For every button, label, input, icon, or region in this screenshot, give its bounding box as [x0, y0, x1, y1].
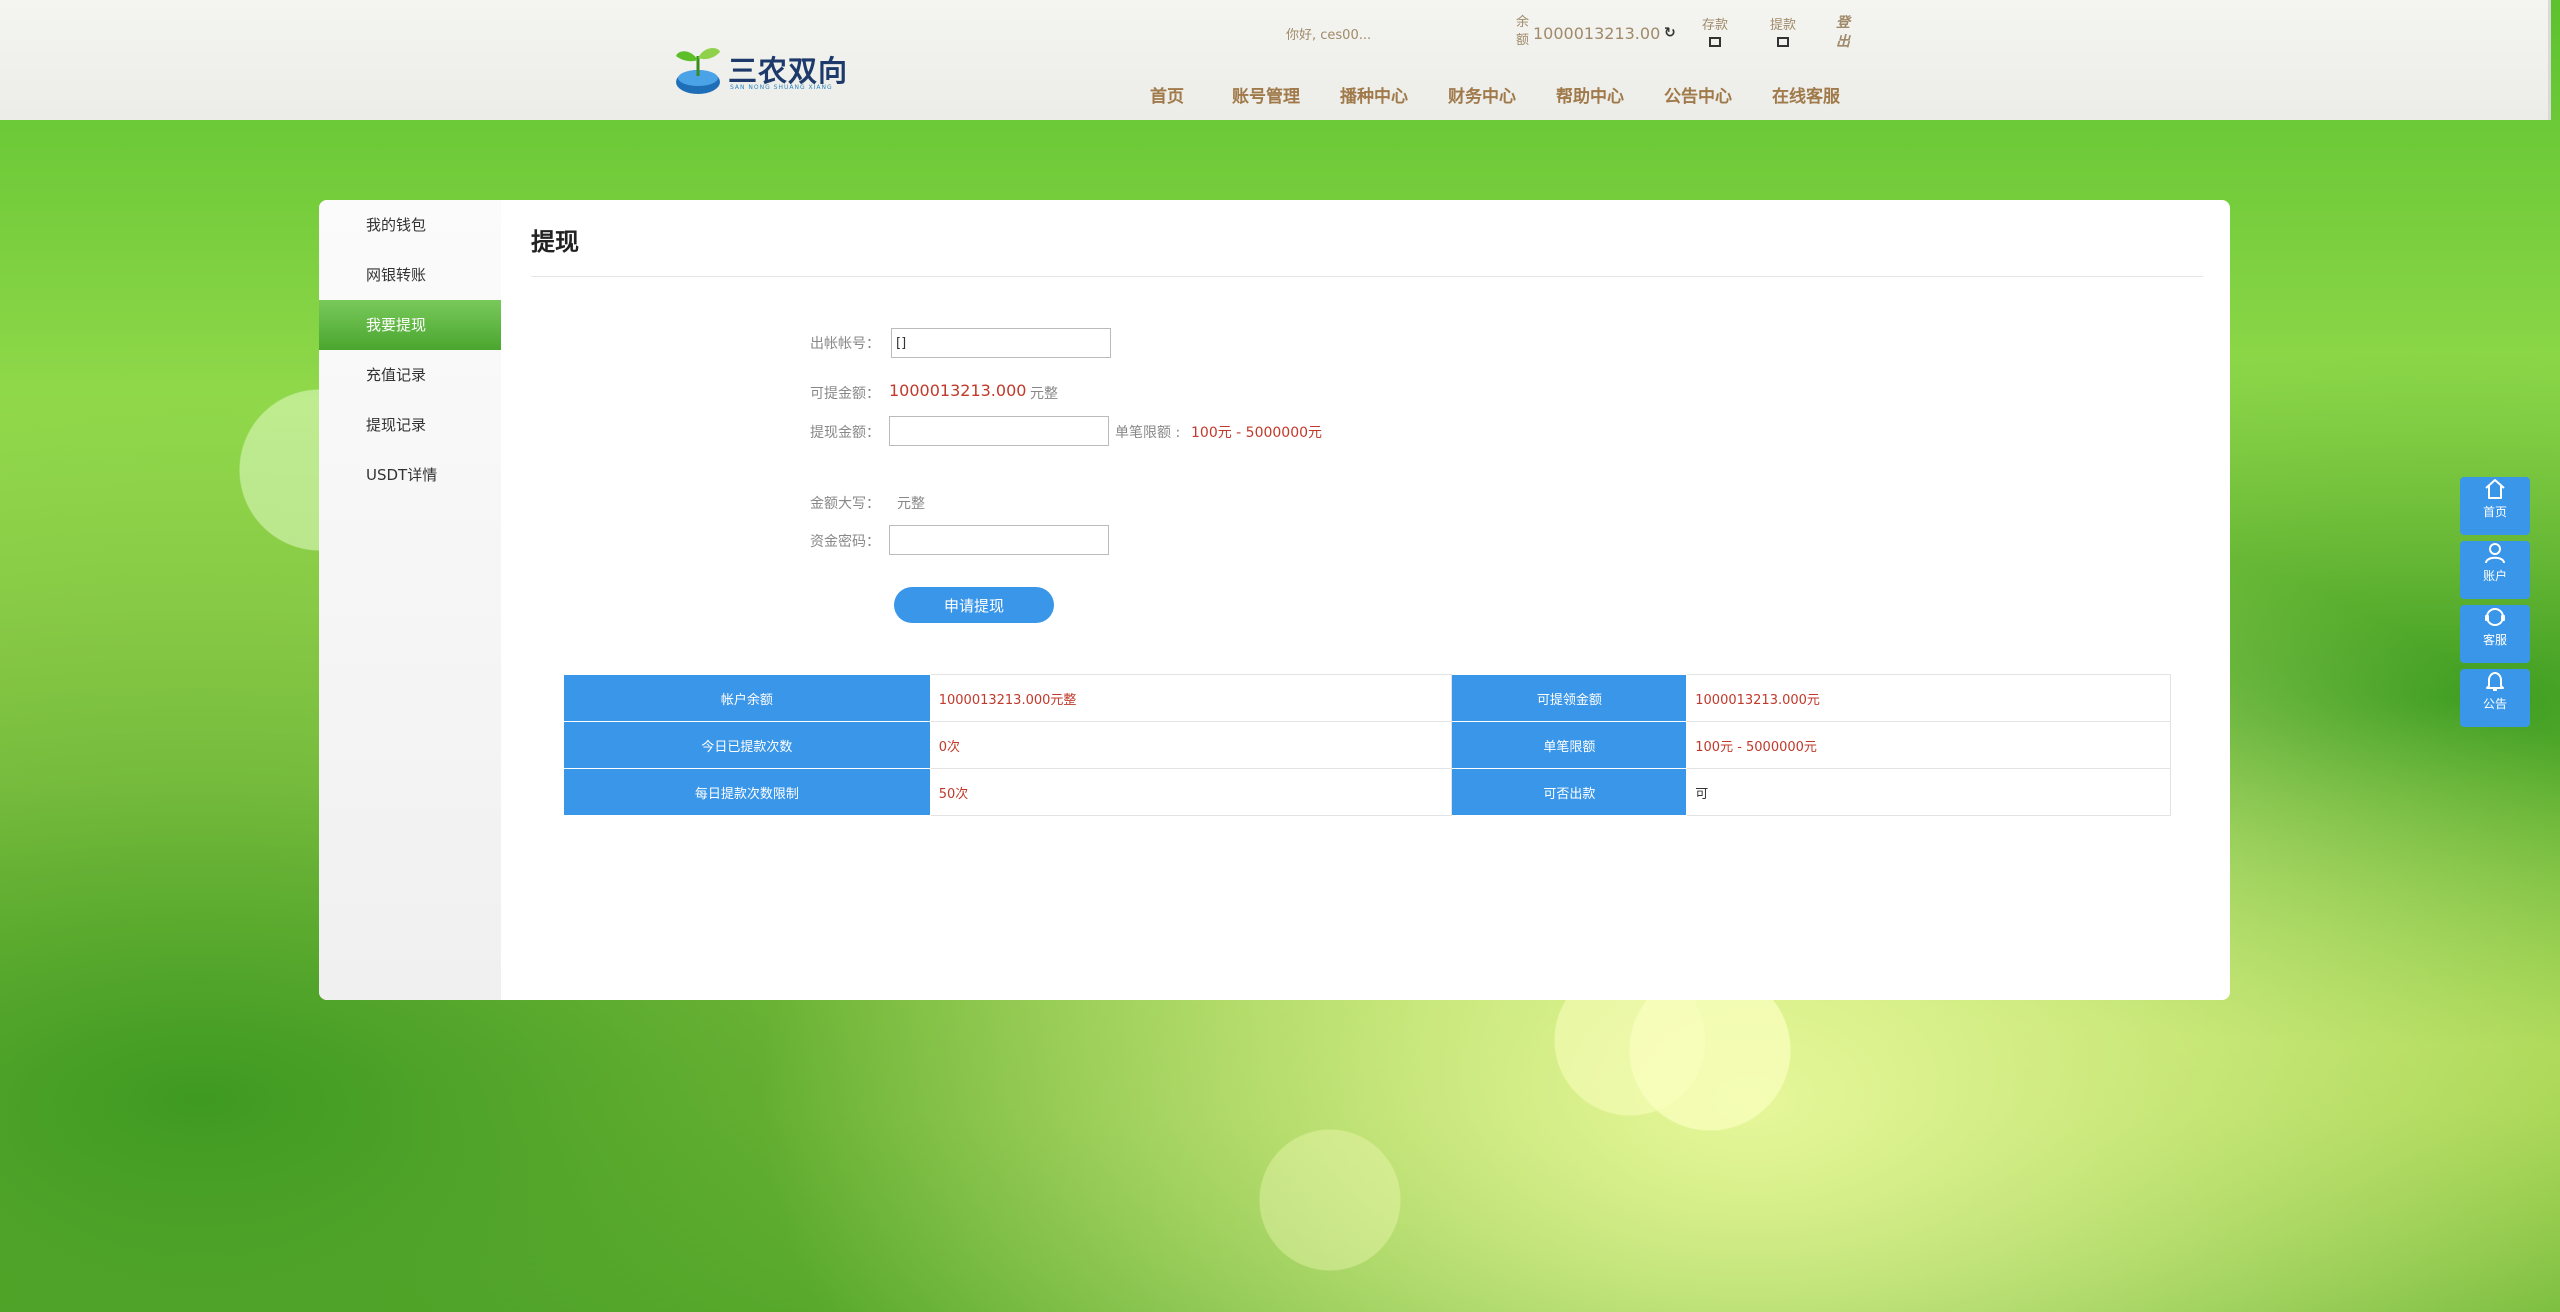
float-notice-button[interactable]: 公告 — [2460, 669, 2530, 727]
sprout-logo-icon — [676, 48, 720, 94]
float-home-button[interactable]: 首页 — [2460, 477, 2530, 535]
title-divider — [531, 276, 2203, 277]
limit-label: 单笔限额 : — [1115, 425, 1181, 441]
withdraw-label: 提款 — [1769, 18, 1796, 33]
withdraw-button[interactable]: 提款 — [1766, 14, 1800, 47]
account-label: 出帐帐号： — [810, 336, 880, 352]
uppercase-label: 金额大写： — [810, 496, 880, 512]
table-label-cell: 可否出款 — [1451, 768, 1688, 816]
table-value-cell: 50次 — [929, 768, 1453, 816]
main-nav: 首页 账号管理 播种中心 财务中心 帮助中心 公告中心 在线客服 — [1150, 82, 1840, 107]
table-value-cell: 可 — [1686, 768, 2171, 816]
balance-label: 余额 — [1516, 15, 1530, 48]
nav-item-help[interactable]: 帮助中心 — [1556, 82, 1624, 107]
logo-subtitle: SAN NONG SHUANG XIANG — [730, 84, 833, 91]
sidebar-item-bank-transfer[interactable]: 网银转账 — [319, 250, 501, 300]
table-label-cell: 可提领金额 — [1451, 674, 1688, 722]
fund-password-input[interactable] — [889, 525, 1109, 555]
sidebar-item-deposit-records[interactable]: 充值记录 — [319, 350, 501, 400]
user-greeting: 你好, ces00... — [1286, 28, 1372, 43]
nav-item-finance[interactable]: 财务中心 — [1448, 82, 1516, 107]
submit-withdraw-button[interactable]: 申请提现 — [894, 587, 1054, 623]
amount-label: 提现金额： — [810, 425, 880, 441]
limit-value: 100元 - 5000000元 — [1191, 425, 1323, 441]
sidebar-item-withdraw-records[interactable]: 提现记录 — [319, 400, 501, 450]
nav-item-support[interactable]: 在线客服 — [1772, 82, 1840, 107]
account-select-field[interactable] — [891, 328, 1111, 358]
table-label-cell: 每日提款次数限制 — [563, 768, 931, 816]
sidebar: 我的钱包 网银转账 我要提现 充值记录 提现记录 USDT详情 — [319, 200, 501, 1000]
account-info-table: 帐户余额 1000013213.000元整 可提领金额 1000013213.0… — [563, 674, 2171, 816]
refresh-balance-icon[interactable]: ↻ — [1664, 25, 1676, 41]
sidebar-item-usdt[interactable]: USDT详情 — [319, 450, 501, 500]
logout-button[interactable]: 登出 — [1836, 14, 1852, 52]
table-label-cell: 单笔限额 — [1451, 721, 1688, 769]
floating-toolbar: 首页 账户 客服 公告 — [2460, 471, 2530, 731]
deposit-button[interactable]: 存款 — [1698, 14, 1732, 47]
nav-item-account[interactable]: 账号管理 — [1232, 82, 1300, 107]
deposit-icon — [1709, 37, 1721, 47]
fund-password-label: 资金密码： — [810, 534, 880, 550]
table-row: 今日已提款次数 0次 单笔限额 100元 - 5000000元 — [563, 721, 2171, 769]
table-label-cell: 今日已提款次数 — [563, 721, 931, 769]
table-value-cell: 1000013213.000元整 — [929, 674, 1453, 722]
sidebar-item-withdraw[interactable]: 我要提现 — [319, 300, 501, 350]
bell-icon — [2486, 672, 2504, 691]
withdraw-content: 提现 出帐帐号： 可提金额： 1000013213.000 元整 提现金额： 单… — [501, 200, 2230, 1000]
withdraw-amount-input[interactable] — [889, 416, 1109, 446]
table-value-cell: 100元 - 5000000元 — [1686, 721, 2171, 769]
sidebar-item-wallet[interactable]: 我的钱包 — [319, 200, 501, 250]
table-row: 每日提款次数限制 50次 可否出款 可 — [563, 768, 2171, 816]
available-unit: 元整 — [1030, 386, 1058, 402]
deposit-label: 存款 — [1701, 18, 1728, 33]
available-label: 可提金额： — [810, 386, 880, 402]
site-header: 三农双向 SAN NONG SHUANG XIANG 你好, ces00... … — [0, 0, 2551, 120]
nav-item-sowing[interactable]: 播种中心 — [1340, 82, 1408, 107]
site-logo[interactable]: 三农双向 SAN NONG SHUANG XIANG — [672, 42, 847, 98]
user-icon — [2485, 543, 2505, 564]
table-label-cell: 帐户余额 — [563, 674, 931, 722]
nav-item-home[interactable]: 首页 — [1150, 82, 1184, 107]
home-icon — [2485, 479, 2505, 499]
float-support-button[interactable]: 客服 — [2460, 605, 2530, 663]
float-home-label: 首页 — [2482, 505, 2507, 519]
float-account-button[interactable]: 账户 — [2460, 541, 2530, 599]
main-panel: 我的钱包 网银转账 我要提现 充值记录 提现记录 USDT详情 提现 出帐帐号：… — [319, 200, 2230, 1000]
withdraw-icon — [1777, 37, 1789, 47]
table-row: 帐户余额 1000013213.000元整 可提领金额 1000013213.0… — [563, 674, 2171, 722]
float-notice-label: 公告 — [2482, 697, 2507, 711]
uppercase-unit: 元整 — [897, 496, 925, 512]
table-value-cell: 1000013213.000元 — [1686, 674, 2171, 722]
table-value-cell: 0次 — [929, 721, 1453, 769]
available-amount: 1000013213.000 — [889, 381, 1027, 400]
headset-icon — [2485, 608, 2505, 626]
float-account-label: 账户 — [2482, 569, 2507, 583]
page-title: 提现 — [531, 228, 579, 256]
balance-value: 1000013213.00 — [1533, 24, 1661, 43]
float-support-label: 客服 — [2482, 633, 2507, 647]
nav-item-notice[interactable]: 公告中心 — [1664, 82, 1732, 107]
